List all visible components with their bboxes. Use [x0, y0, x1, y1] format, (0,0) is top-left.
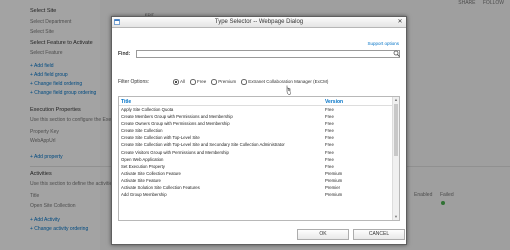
- list-rows: Apply Site Collection Quota Free Create Me…: [119, 106, 399, 198]
- item-title: Activate Solution Site Collection Featur…: [121, 185, 200, 191]
- item-title: Create Site Collection with Top-Level Si…: [121, 142, 285, 148]
- ok-button[interactable]: OK: [297, 229, 349, 240]
- filter-option-free[interactable]: Free: [190, 79, 206, 85]
- item-title: Create Owners Group with Permissions and…: [121, 121, 230, 127]
- item-title: Create Members Group with Permissions an…: [121, 114, 233, 120]
- item-version: Premium: [325, 192, 343, 198]
- list-item[interactable]: Create Site Collection with Top-Level Si…: [119, 134, 399, 141]
- find-label: Find:: [118, 51, 131, 57]
- scroll-thumb[interactable]: [394, 104, 398, 156]
- filter-option-excm[interactable]: Extranet Collaboration Manager (ExCM): [241, 79, 328, 85]
- item-title: Create Site Collection: [121, 128, 163, 134]
- list-item[interactable]: Create Members Group with Permissions an…: [119, 113, 399, 120]
- list-item[interactable]: Add Group Membership Premium: [119, 191, 399, 198]
- item-version: Premium: [325, 170, 343, 176]
- item-title: Apply Site Collection Quota: [121, 107, 174, 112]
- type-list: Title Version Apply Site Collection Quot…: [118, 96, 400, 221]
- item-title: Create Site Collection with Top-Level Si…: [121, 135, 200, 141]
- item-version: Premier: [325, 185, 341, 191]
- list-item[interactable]: Activate Site Collection Feature Premium: [119, 170, 399, 177]
- column-version[interactable]: Version: [325, 99, 343, 105]
- item-title: Set Execution Property: [121, 163, 165, 169]
- list-item[interactable]: Create Visitors Group with Permissions a…: [119, 149, 399, 156]
- filter-option-all[interactable]: All: [173, 79, 185, 85]
- list-item[interactable]: Create Site Collection Free: [119, 127, 399, 134]
- scroll-down-icon[interactable]: ▼: [393, 214, 399, 220]
- list-item[interactable]: Create Owners Group with Permissions and…: [119, 120, 399, 127]
- item-title: Activate Site Feature: [121, 177, 161, 183]
- item-title: Create Visitors Group with Permissions a…: [121, 149, 229, 155]
- filter-options: All Free Premium Extranet Collaboration …: [173, 79, 328, 85]
- item-version: Free: [325, 163, 334, 169]
- item-version: Free: [325, 142, 334, 148]
- list-item[interactable]: Create Site Collection with Top-Level Si…: [119, 141, 399, 148]
- item-version: Free: [325, 128, 334, 134]
- radio-all[interactable]: [173, 79, 179, 85]
- item-title: Activate Site Collection Feature: [121, 170, 181, 176]
- mouse-cursor-icon: [286, 85, 291, 95]
- list-item[interactable]: Set Execution Property Free: [119, 163, 399, 170]
- find-input[interactable]: [136, 50, 400, 58]
- list-item[interactable]: Open Web Application Free: [119, 156, 399, 163]
- support-options-link[interactable]: Support options: [367, 41, 399, 46]
- radio-excm[interactable]: [241, 79, 247, 85]
- scroll-up-icon[interactable]: ▲: [393, 97, 399, 103]
- item-version: Free: [325, 149, 334, 155]
- item-title: Open Web Application: [121, 156, 164, 162]
- filter-options-label: Filter Options:: [118, 79, 150, 85]
- list-item[interactable]: Activate Solution Site Collection Featur…: [119, 184, 399, 191]
- type-selector-dialog: Type Selector -- Webpage Dialog ✕ Suppor…: [111, 16, 407, 245]
- cancel-button[interactable]: CANCEL: [353, 229, 405, 240]
- close-icon[interactable]: ✕: [396, 18, 404, 26]
- list-item[interactable]: Activate Site Feature Premium: [119, 177, 399, 184]
- search-icon[interactable]: [393, 50, 400, 57]
- item-version: Free: [325, 156, 334, 162]
- item-version: Free: [325, 135, 334, 141]
- list-item[interactable]: Apply Site Collection Quota Free: [119, 106, 399, 113]
- filter-option-premium[interactable]: Premium: [211, 79, 236, 85]
- dialog-titlebar: Type Selector -- Webpage Dialog ✕: [112, 17, 406, 28]
- item-version: Free: [325, 121, 334, 127]
- radio-premium[interactable]: [211, 79, 217, 85]
- item-version: Premium: [325, 177, 343, 183]
- item-title: Add Group Membership: [121, 192, 167, 198]
- column-title[interactable]: Title: [121, 99, 131, 105]
- list-scrollbar[interactable]: ▲ ▼: [392, 97, 399, 220]
- item-version: Free: [325, 107, 334, 112]
- list-header: Title Version: [119, 97, 399, 106]
- item-version: Free: [325, 114, 334, 120]
- radio-free[interactable]: [190, 79, 196, 85]
- dialog-title: Type Selector -- Webpage Dialog: [214, 18, 304, 25]
